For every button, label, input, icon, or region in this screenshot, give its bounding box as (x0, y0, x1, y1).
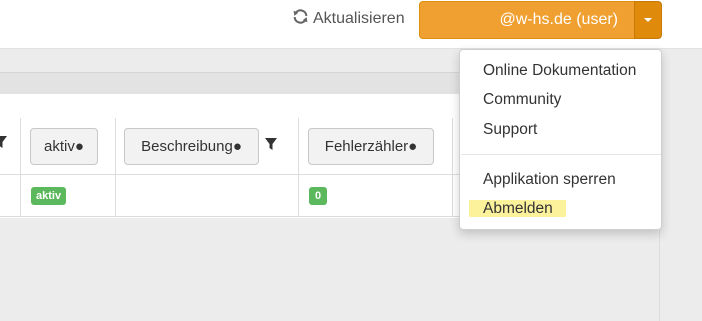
user-dropdown-menu: Online Dokumentation Community Support A… (459, 49, 662, 230)
refresh-label: Aktualisieren (313, 10, 405, 27)
column-divider (20, 118, 21, 217)
filter-icon[interactable] (0, 134, 8, 150)
column-divider (115, 118, 116, 217)
menu-item-online-dokumentation[interactable]: Online Dokumentation (483, 62, 636, 80)
menu-divider (461, 154, 661, 155)
filter-icon[interactable] (264, 136, 278, 152)
user-menu-button[interactable]: @w-hs.de (user) (419, 1, 635, 39)
sort-button-fehlerzaehler[interactable]: Fehlerzähler● (308, 128, 434, 165)
column-divider (452, 118, 453, 217)
caret-down-icon (644, 18, 652, 22)
top-navbar: Aktualisieren @w-hs.de (user) (0, 0, 702, 49)
column-divider (298, 118, 299, 217)
status-badge: aktiv (31, 187, 67, 205)
refresh-button[interactable]: Aktualisieren (292, 8, 405, 30)
user-label: @w-hs.de (user) (499, 11, 619, 28)
sort-button-beschreibung[interactable]: Beschreibung● (124, 128, 259, 165)
sort-button-aktiv[interactable]: aktiv● (30, 128, 98, 165)
menu-item-applikation-sperren[interactable]: Applikation sperren (483, 171, 616, 189)
content-background (0, 218, 660, 321)
menu-item-abmelden[interactable]: Abmelden (483, 200, 553, 218)
refresh-icon (292, 8, 309, 30)
menu-item-support[interactable]: Support (483, 121, 537, 139)
menu-item-community[interactable]: Community (483, 91, 561, 109)
user-menu-toggle[interactable] (634, 1, 662, 39)
error-count-badge: 0 (309, 187, 328, 205)
